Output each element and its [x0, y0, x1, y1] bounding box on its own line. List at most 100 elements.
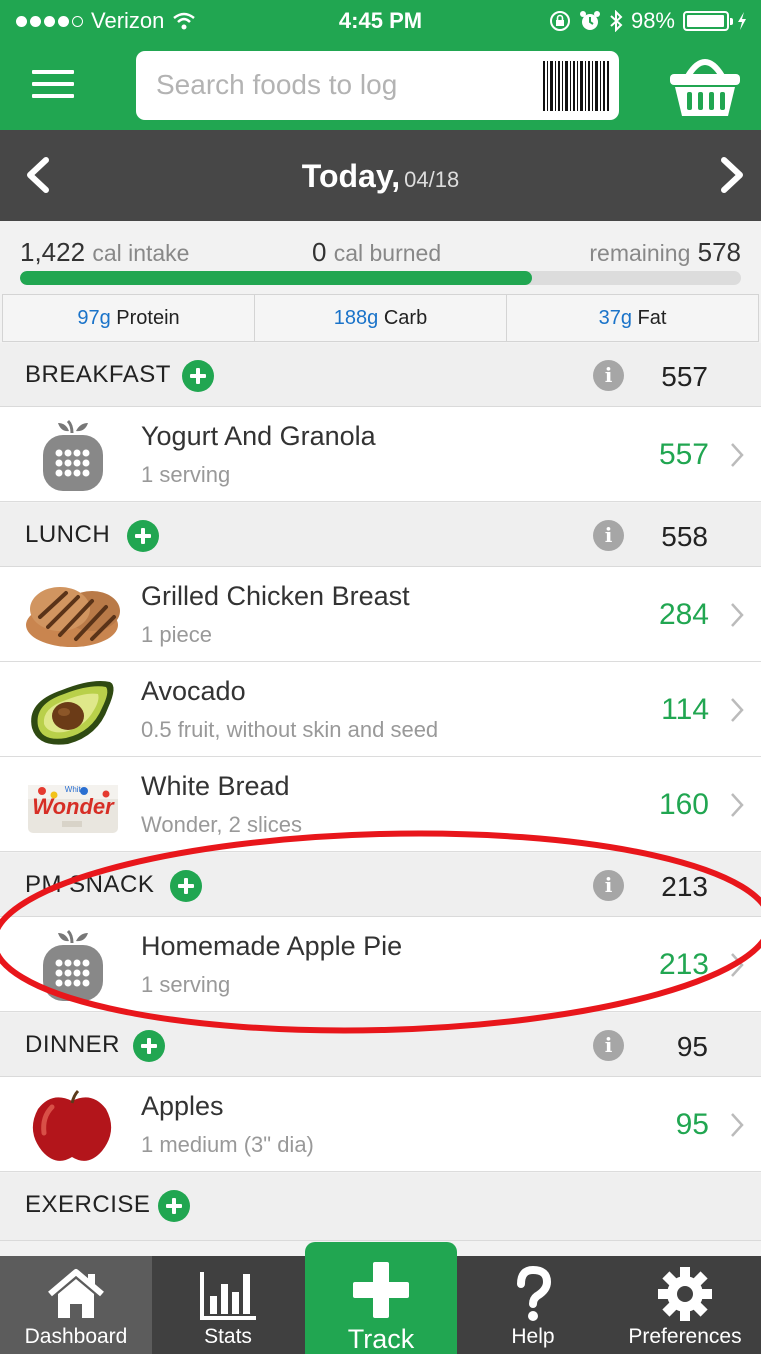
- question-icon: [517, 1266, 552, 1321]
- info-icon[interactable]: i: [593, 870, 624, 901]
- progress-fill: [20, 271, 532, 285]
- search-input[interactable]: [156, 63, 536, 107]
- tab-preferences[interactable]: Preferences: [609, 1256, 761, 1354]
- section-dinner: DINNER i 95: [0, 1013, 761, 1077]
- battery-fill: [687, 15, 725, 27]
- food-serving: 1 serving: [141, 462, 231, 487]
- food-name: Apples: [141, 1091, 224, 1121]
- section-total: 557: [661, 361, 708, 392]
- info-icon[interactable]: i: [593, 360, 624, 391]
- app-header: Verizon 4:45 PM 98%: [0, 0, 761, 130]
- date-value: 04/18: [404, 167, 460, 192]
- macro-fat[interactable]: 37g Fat: [507, 294, 759, 342]
- home-icon: [48, 1269, 104, 1318]
- food-name: White Bread: [141, 771, 290, 801]
- barcode-scan-icon[interactable]: [543, 61, 609, 111]
- rotation-lock-icon: [549, 11, 570, 31]
- current-date[interactable]: Today, 04/18: [0, 158, 761, 195]
- section-breakfast: BREAKFAST i 557: [0, 343, 761, 407]
- tab-track[interactable]: Track: [305, 1242, 457, 1354]
- carb-value: 188g: [333, 307, 379, 329]
- food-calories: 557: [658, 438, 709, 471]
- food-item-white-bread[interactable]: White Wonder White Bread Wonder, 2 slice…: [0, 757, 761, 852]
- food-name: Grilled Chicken Breast: [141, 581, 410, 611]
- chevron-right-icon: [731, 953, 744, 977]
- food-item-homemade-apple-pie[interactable]: Homemade Apple Pie 1 serving 213: [0, 917, 761, 1012]
- section-total: 95: [676, 1031, 708, 1062]
- food-item-grilled-chicken-breast[interactable]: Grilled Chicken Breast 1 piece 284: [0, 567, 761, 662]
- tab-label: Help: [511, 1325, 555, 1348]
- macro-summary: 97g Protein 188g Carb 37g Fat: [2, 294, 759, 342]
- food-name: Homemade Apple Pie: [141, 931, 403, 961]
- food-serving: 1 serving: [141, 972, 231, 997]
- tab-stats[interactable]: Stats: [152, 1256, 304, 1354]
- bread-brand-sub: White: [65, 785, 86, 794]
- bar-chart-icon: [200, 1272, 256, 1320]
- chevron-right-icon: [731, 698, 744, 722]
- chevron-right-icon: [731, 1113, 744, 1137]
- food-serving: Wonder, 2 slices: [141, 812, 303, 837]
- intake-summary: 1,422 cal intake: [20, 237, 189, 268]
- generic-food-icon: [43, 929, 103, 1001]
- food-calories: 95: [675, 1108, 709, 1141]
- food-calories: 114: [661, 693, 709, 726]
- fat-value: 37g: [598, 307, 632, 329]
- generic-food-icon: [43, 419, 103, 491]
- tab-label: Stats: [204, 1325, 252, 1348]
- chicken-image: [26, 587, 120, 647]
- macro-protein[interactable]: 97g Protein: [2, 294, 255, 342]
- burned-value: 0: [312, 237, 327, 267]
- section-title: PM SNACK: [25, 871, 155, 898]
- tab-label: Preferences: [628, 1325, 742, 1348]
- add-lunch-icon[interactable]: [127, 520, 159, 552]
- protein-value: 97g: [77, 307, 111, 329]
- bluetooth-icon: [610, 10, 623, 32]
- tab-help[interactable]: Help: [457, 1256, 609, 1354]
- add-dinner-icon[interactable]: [133, 1030, 165, 1062]
- food-serving: 0.5 fruit, without skin and seed: [141, 717, 439, 742]
- add-exercise-icon[interactable]: [158, 1190, 190, 1222]
- section-title: EXERCISE: [25, 1191, 151, 1218]
- carb-label: Carb: [383, 307, 428, 329]
- remaining-summary: remaining 578: [589, 237, 741, 268]
- section-title: BREAKFAST: [25, 361, 171, 388]
- section-title: LUNCH: [25, 521, 111, 548]
- add-breakfast-icon[interactable]: [182, 360, 214, 392]
- chevron-right-icon: [731, 603, 744, 627]
- tab-label: Track: [347, 1324, 415, 1354]
- food-item-yogurt-and-granola[interactable]: Yogurt And Granola 1 serving 557: [0, 407, 761, 502]
- apple-image: [32, 1089, 112, 1161]
- tab-label: Dashboard: [24, 1325, 128, 1348]
- macro-carb[interactable]: 188g Carb: [255, 294, 507, 342]
- remaining-label: remaining: [589, 240, 691, 266]
- bread-image: White Wonder: [28, 785, 118, 833]
- food-serving: 1 medium (3" dia): [141, 1132, 314, 1157]
- plus-icon: [353, 1262, 409, 1318]
- section-total: 213: [661, 871, 708, 902]
- section-pm-snack: PM SNACK i 213: [0, 853, 761, 917]
- food-item-apples[interactable]: Apples 1 medium (3" dia) 95: [0, 1077, 761, 1172]
- info-icon[interactable]: i: [593, 1030, 624, 1061]
- food-calories: 284: [658, 598, 709, 631]
- basket-icon[interactable]: [668, 52, 742, 118]
- today-label: Today,: [301, 158, 401, 194]
- add-pm-snack-icon[interactable]: [170, 870, 202, 902]
- calorie-progress-bar: [20, 271, 741, 285]
- info-icon[interactable]: i: [593, 520, 624, 551]
- protein-label: Protein: [116, 307, 180, 329]
- chevron-right-icon: [731, 793, 744, 817]
- tab-dashboard[interactable]: Dashboard: [0, 1256, 152, 1354]
- next-day-icon[interactable]: [704, 150, 754, 200]
- battery-percent: 98%: [630, 8, 675, 33]
- status-right: 98%: [549, 8, 747, 34]
- food-item-avocado[interactable]: Avocado 0.5 fruit, without skin and seed…: [0, 662, 761, 757]
- food-calories: 160: [658, 788, 709, 821]
- food-name: Avocado: [141, 676, 246, 706]
- menu-icon[interactable]: [32, 70, 74, 102]
- search-bar[interactable]: [136, 51, 619, 120]
- gear-icon: [658, 1267, 712, 1321]
- status-bar: Verizon 4:45 PM 98%: [0, 0, 761, 42]
- burned-label: cal burned: [333, 240, 442, 266]
- fat-label: Fat: [637, 307, 667, 329]
- food-name: Yogurt And Granola: [141, 421, 376, 451]
